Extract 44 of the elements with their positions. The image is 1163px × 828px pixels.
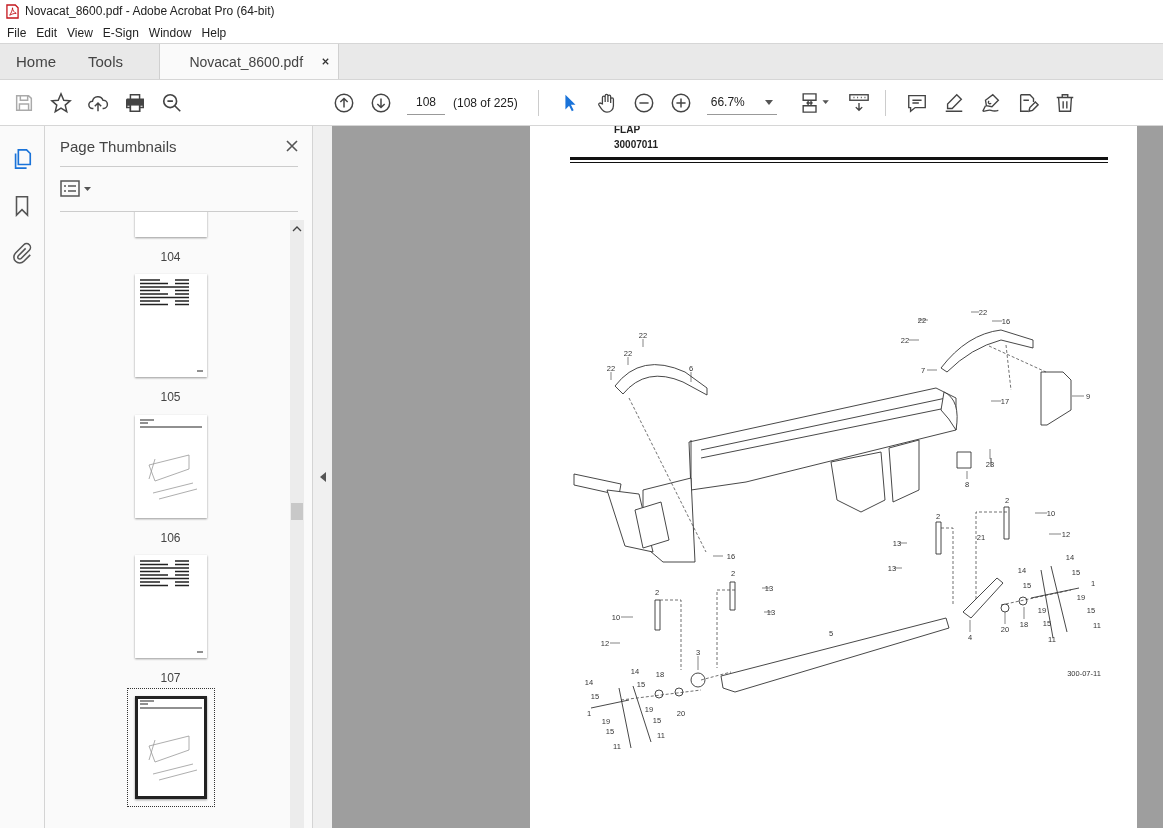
tab[interactable]: Home — [0, 44, 72, 79]
page-thumbnail[interactable] — [134, 274, 207, 378]
window-title: Novacat_8600.pdf - Adobe Acrobat Pro (64-bit) — [25, 4, 275, 18]
previous-page-icon[interactable] — [333, 91, 355, 114]
zoom-out-icon[interactable] — [632, 91, 655, 114]
scrollbar[interactable] — [290, 220, 304, 828]
page-heading: 30007011 — [614, 138, 658, 152]
print-icon[interactable] — [124, 91, 146, 114]
pdf-icon — [6, 3, 19, 19]
search-icon[interactable] — [161, 91, 183, 114]
page-thumbnail[interactable] — [134, 695, 207, 799]
collapse-panel-icon[interactable] — [319, 472, 326, 482]
paperclip-icon[interactable] — [11, 242, 33, 264]
menu-item[interactable]: File — [2, 25, 32, 40]
menu-item[interactable]: View — [62, 25, 98, 40]
scroll-mode-icon[interactable] — [847, 91, 870, 114]
page-number-field[interactable]: 108 — [407, 90, 445, 115]
tab-label: Novacat_8600.pdf — [189, 53, 304, 70]
document-tab[interactable]: Novacat_8600.pdf — [159, 44, 340, 79]
close-icon[interactable] — [321, 57, 331, 66]
panel-title: Page Thumbnails — [60, 137, 177, 155]
menu-item[interactable]: Window — [143, 25, 197, 40]
zoom-dropdown[interactable]: 66.7% — [706, 90, 777, 115]
menu-item[interactable]: E-Sign — [97, 25, 144, 40]
thumbnail-options-icon[interactable] — [60, 179, 94, 199]
menu-item[interactable]: Edit — [31, 25, 63, 40]
close-icon[interactable] — [286, 140, 298, 152]
page-thumbnail[interactable] — [134, 414, 207, 518]
menu-item[interactable]: Help — [196, 25, 232, 40]
star-icon[interactable] — [50, 91, 72, 114]
pen-icon[interactable] — [979, 91, 1002, 114]
scroll-up-icon[interactable] — [292, 226, 302, 232]
page-number-label: 106 — [160, 530, 181, 545]
next-page-icon[interactable] — [370, 91, 392, 114]
page-thumbnail[interactable] — [134, 555, 207, 659]
page-number-label: 104 — [160, 250, 181, 264]
scroll-thumb[interactable] — [291, 503, 303, 520]
tab[interactable]: Tools — [72, 44, 140, 79]
zoom-in-icon[interactable] — [669, 91, 692, 114]
page-count: (108 of 225) — [453, 95, 518, 110]
page-heading: FLAP — [614, 126, 642, 137]
page-number-label: 105 — [160, 390, 181, 405]
caret-icon — [764, 99, 773, 105]
page-number-label: 107 — [160, 671, 181, 686]
